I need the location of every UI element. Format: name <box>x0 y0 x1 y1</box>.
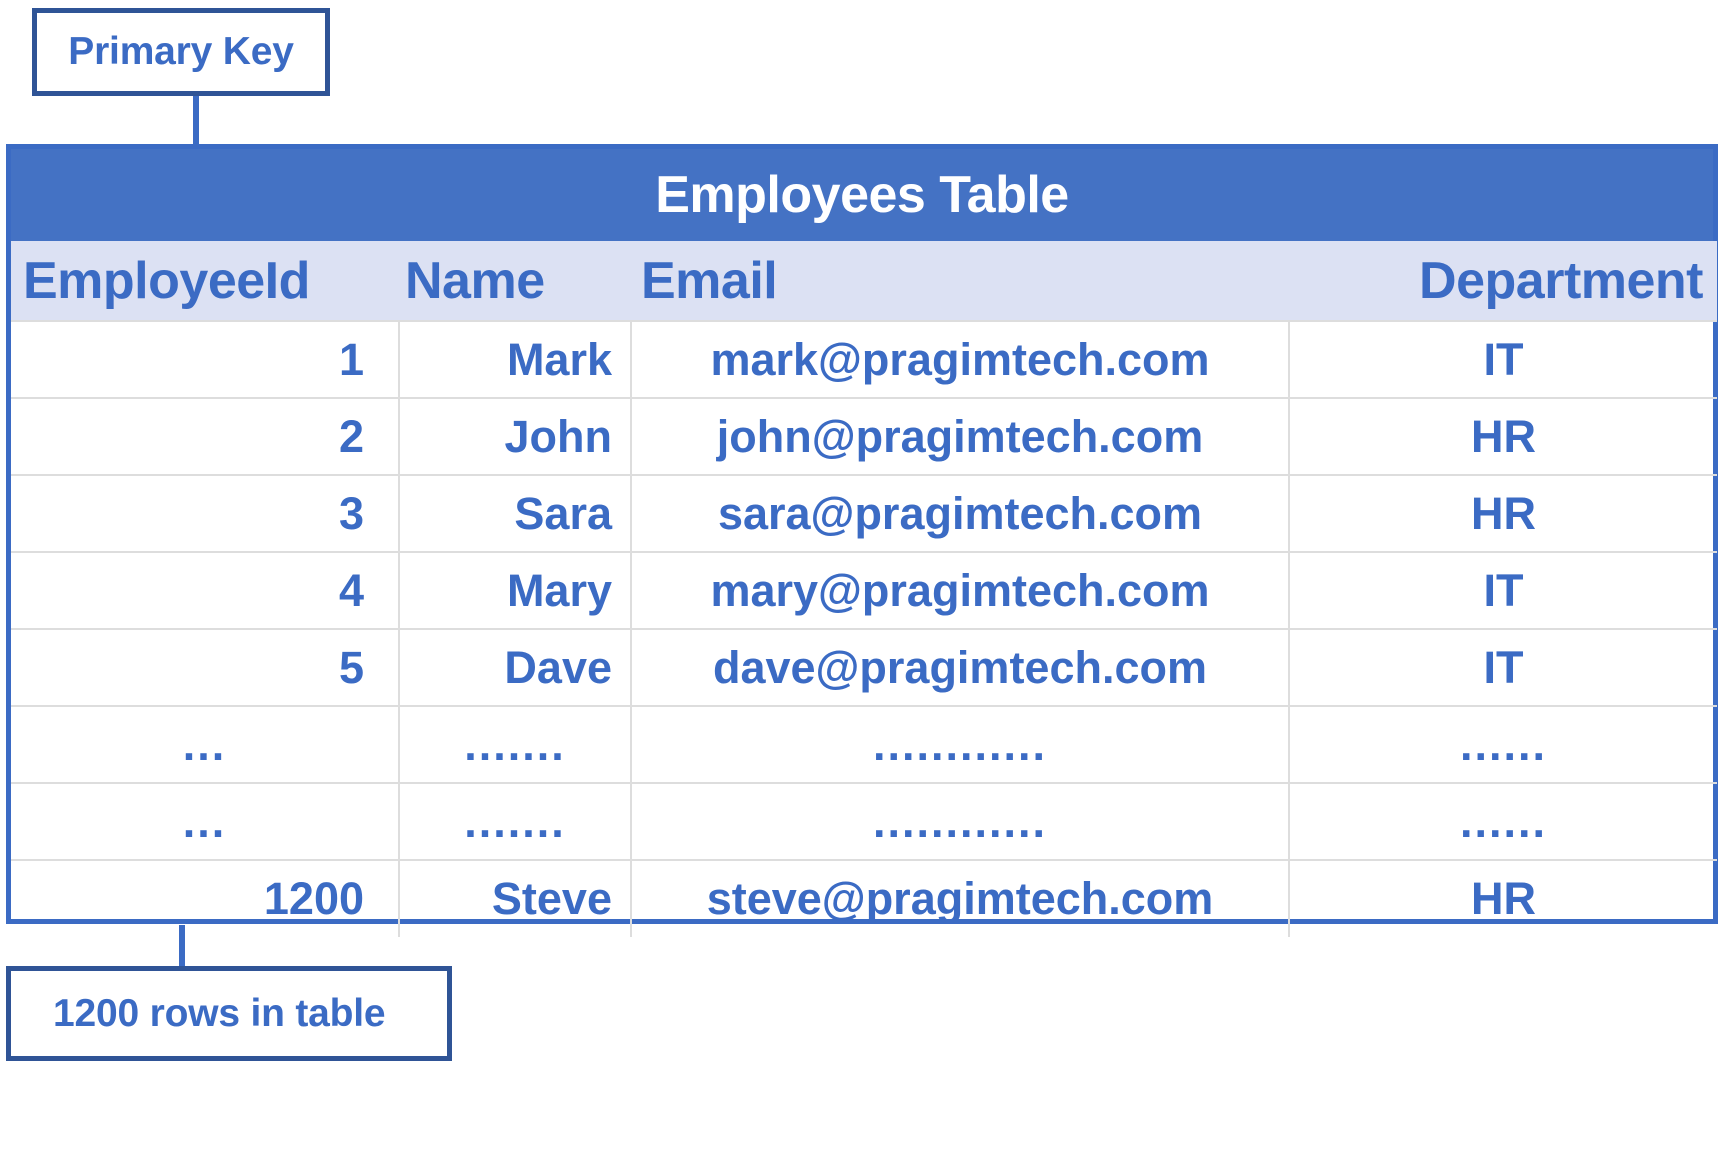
cell-email: sara@pragimtech.com <box>631 474 1290 552</box>
employees-table: Employees Table EmployeeId Name Email De… <box>6 144 1718 937</box>
table-row-ellipsis: ... ....... ............ ...... <box>11 705 1717 783</box>
cell-department: HR <box>1289 397 1717 475</box>
cell-employeeid: 3 <box>11 474 400 552</box>
cell-name: Sara <box>399 474 632 552</box>
cell-name: ....... <box>399 782 632 860</box>
table-row: 2 John john@pragimtech.com HR <box>11 397 1717 475</box>
column-header-name: Name <box>399 241 631 321</box>
cell-employeeid: 5 <box>11 628 400 706</box>
cell-email: mary@pragimtech.com <box>631 551 1290 629</box>
cell-name: Steve <box>399 859 632 937</box>
cell-employeeid: ... <box>11 705 400 783</box>
row-count-callout-label: 1200 rows in table <box>53 991 386 1035</box>
cell-department: IT <box>1289 320 1717 398</box>
table-row: 3 Sara sara@pragimtech.com HR <box>11 474 1717 552</box>
table-title-text: Employees Table <box>655 166 1069 224</box>
table-header-row: EmployeeId Name Email Department <box>11 241 1717 321</box>
cell-employeeid: 1 <box>11 320 400 398</box>
row-count-callout: 1200 rows in table <box>6 966 452 1061</box>
cell-department: IT <box>1289 628 1717 706</box>
cell-department: HR <box>1289 474 1717 552</box>
cell-department: HR <box>1289 859 1717 937</box>
column-header-department: Department <box>1289 241 1717 321</box>
table-row: 1 Mark mark@pragimtech.com IT <box>11 320 1717 398</box>
cell-employeeid: 4 <box>11 551 400 629</box>
table-row: 4 Mary mary@pragimtech.com IT <box>11 551 1717 629</box>
cell-email: mark@pragimtech.com <box>631 320 1290 398</box>
cell-employeeid: 2 <box>11 397 400 475</box>
column-header-email: Email <box>631 241 1289 321</box>
cell-department: ...... <box>1289 782 1717 860</box>
cell-email: dave@pragimtech.com <box>631 628 1290 706</box>
cell-name: ....... <box>399 705 632 783</box>
table-row: 5 Dave dave@pragimtech.com IT <box>11 628 1717 706</box>
row-count-connector-line <box>179 925 185 969</box>
cell-name: Mary <box>399 551 632 629</box>
cell-email: ............ <box>631 782 1290 860</box>
table-row-ellipsis: ... ....... ............ ...... <box>11 782 1717 860</box>
diagram-canvas: Primary Key Employees Table EmployeeId N… <box>0 0 1724 1166</box>
cell-email: ............ <box>631 705 1290 783</box>
cell-employeeid: 1200 <box>11 859 400 937</box>
table-title-bar: Employees Table <box>11 149 1713 241</box>
cell-name: Dave <box>399 628 632 706</box>
table-row: 1200 Steve steve@pragimtech.com HR <box>11 859 1717 937</box>
cell-name: John <box>399 397 632 475</box>
primary-key-callout-label: Primary Key <box>68 30 294 73</box>
cell-email: john@pragimtech.com <box>631 397 1290 475</box>
cell-name: Mark <box>399 320 632 398</box>
cell-employeeid: ... <box>11 782 400 860</box>
cell-email: steve@pragimtech.com <box>631 859 1290 937</box>
cell-department: ...... <box>1289 705 1717 783</box>
cell-department: IT <box>1289 551 1717 629</box>
column-header-employeeid: EmployeeId <box>11 241 399 321</box>
table-grid: EmployeeId Name Email Department 1 Mark … <box>11 241 1717 937</box>
primary-key-callout: Primary Key <box>32 8 330 96</box>
